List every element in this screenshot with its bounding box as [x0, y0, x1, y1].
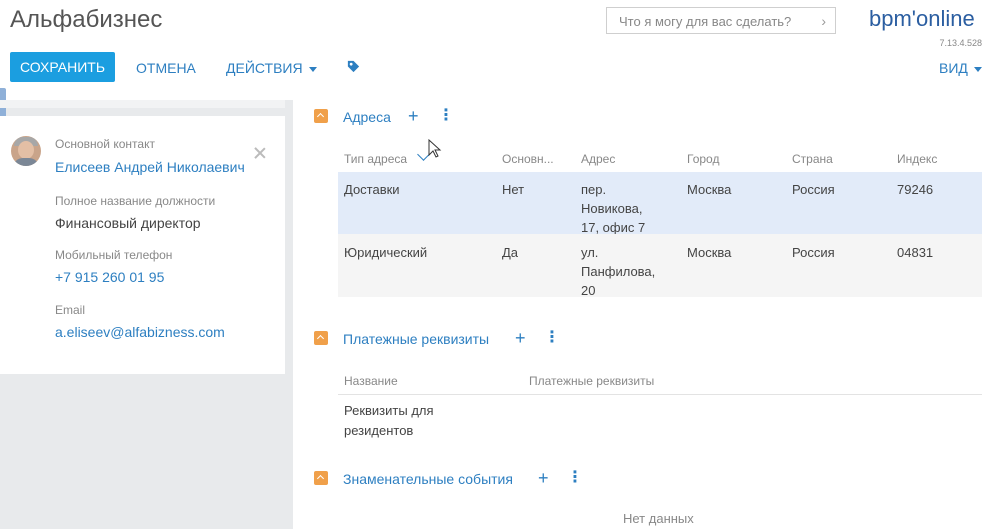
col-primary[interactable]: Основн...: [502, 152, 554, 166]
cell-country: Россия: [792, 245, 835, 260]
addresses-menu-icon[interactable]: ⋮: [438, 108, 454, 124]
actions-button[interactable]: ДЕЙСТВИЯ: [226, 60, 317, 76]
position-value: Финансовый директор: [55, 215, 201, 231]
email-label: Email: [55, 303, 86, 317]
actions-label: ДЕЙСТВИЯ: [226, 60, 303, 76]
cursor-icon: [428, 139, 442, 158]
col-address-type[interactable]: Тип адреса: [344, 152, 407, 166]
search-placeholder: Что я могу для вас сделать?: [619, 14, 792, 29]
cell-city: Москва: [687, 182, 732, 197]
add-payment-icon[interactable]: +: [515, 329, 526, 347]
table-row[interactable]: Реквизиты для резидентов: [344, 401, 464, 441]
cell-address: пер. Новикова, 17, офис 7: [581, 182, 646, 235]
view-label: ВИД: [939, 60, 968, 76]
caret-down-icon: [973, 66, 982, 72]
view-button[interactable]: ВИД: [939, 60, 982, 76]
position-label: Полное название должности: [55, 194, 216, 208]
payment-title[interactable]: Платежные реквизиты: [343, 331, 489, 347]
cancel-button[interactable]: ОТМЕНА: [136, 60, 196, 76]
contact-name-link[interactable]: Елисеев Андрей Николаевич: [55, 159, 245, 175]
col-country[interactable]: Страна: [792, 152, 833, 166]
cell-primary: Нет: [502, 182, 525, 197]
collapse-payment-icon[interactable]: [314, 331, 328, 345]
cell-city: Москва: [687, 245, 732, 260]
add-address-icon[interactable]: +: [408, 107, 419, 125]
cell-index: 04831: [897, 245, 934, 260]
col-city[interactable]: Город: [687, 152, 719, 166]
avatar: [11, 136, 41, 166]
left-panel-strip: [0, 100, 285, 108]
mobile-label: Мобильный телефон: [55, 248, 173, 262]
col-index[interactable]: Индекс: [897, 152, 937, 166]
cell-primary: Да: [502, 245, 519, 260]
page-title: Альфабизнес: [10, 6, 163, 33]
col-name[interactable]: Название: [344, 374, 398, 388]
collapse-addresses-icon[interactable]: [314, 109, 328, 123]
events-menu-icon[interactable]: ⋮: [567, 470, 583, 486]
contact-label: Основной контакт: [55, 137, 155, 151]
caret-down-icon: [308, 66, 317, 72]
divider: [338, 394, 982, 395]
email-link[interactable]: a.eliseev@alfabizness.com: [55, 324, 225, 340]
cell-type: Юридический: [344, 245, 428, 260]
logo: bpm'online: [869, 6, 975, 31]
close-icon[interactable]: [253, 146, 267, 160]
cell-type: Доставки: [344, 182, 400, 197]
addresses-title[interactable]: Адреса: [343, 109, 391, 125]
cell-country: Россия: [792, 182, 835, 197]
events-title[interactable]: Знаменательные события: [343, 471, 513, 487]
empty-state: Нет данных: [623, 511, 694, 526]
cell-index: 79246: [897, 182, 934, 197]
col-payment-details[interactable]: Платежные реквизиты: [529, 374, 654, 388]
mobile-link[interactable]: +7 915 260 01 95: [55, 269, 164, 285]
collapse-events-icon[interactable]: [314, 471, 328, 485]
chevron-right-icon[interactable]: ›: [821, 13, 826, 29]
cell-address: ул. Панфилова, 20: [581, 245, 656, 298]
save-button[interactable]: СОХРАНИТЬ: [10, 52, 115, 82]
version-label: 7.13.4.528: [939, 38, 982, 48]
add-event-icon[interactable]: +: [538, 469, 549, 487]
tag-icon[interactable]: [346, 59, 361, 74]
command-search-input[interactable]: Что я могу для вас сделать? ›: [606, 7, 836, 34]
col-address[interactable]: Адрес: [581, 152, 615, 166]
payment-menu-icon[interactable]: ⋮: [544, 330, 560, 346]
